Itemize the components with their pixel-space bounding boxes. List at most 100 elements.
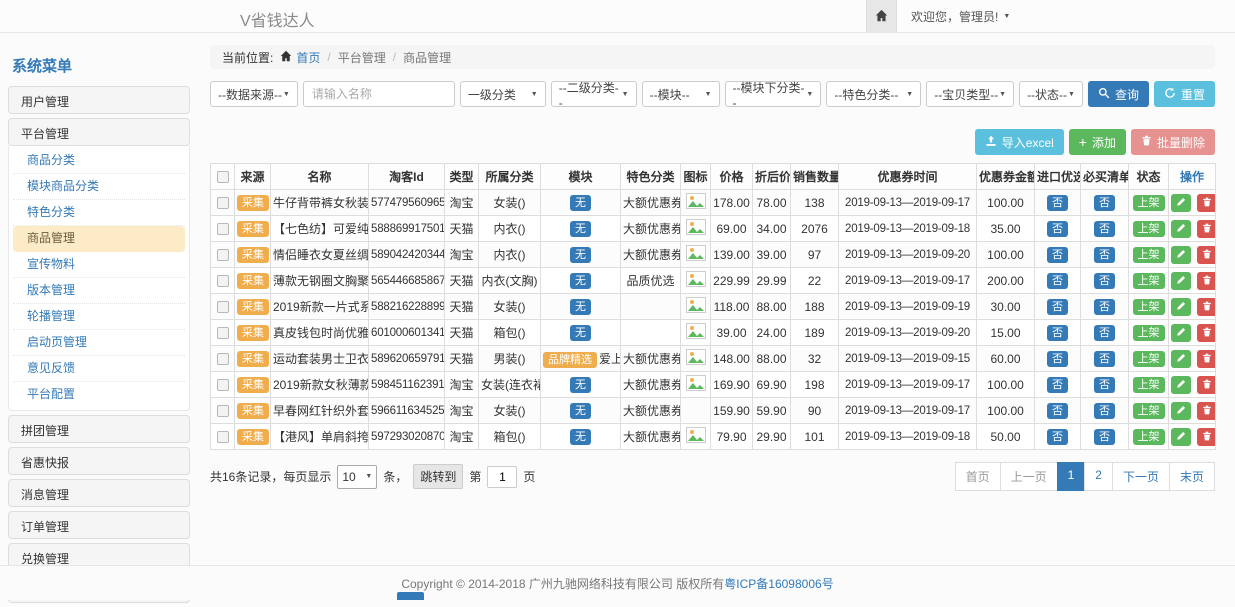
must-buy-toggle-badge[interactable]: 否 (1094, 273, 1115, 289)
filter-select-4[interactable]: --特色分类--▼ (826, 81, 921, 107)
sidebar-section-bottom-1[interactable]: 省惠快报 (8, 447, 190, 475)
must-buy-toggle-badge[interactable]: 否 (1094, 325, 1115, 341)
row-checkbox[interactable] (217, 353, 229, 365)
must-buy-toggle-badge[interactable]: 否 (1094, 377, 1115, 393)
filter-select-5[interactable]: --宝贝类型--▼ (926, 81, 1014, 107)
import-toggle-badge[interactable]: 否 (1047, 325, 1068, 341)
status-badge[interactable]: 上架 (1133, 325, 1165, 341)
sidebar-section-platform-mgmt[interactable]: 平台管理 (8, 118, 190, 146)
name-search-input[interactable] (303, 81, 455, 107)
delete-button[interactable] (1197, 428, 1215, 446)
sidebar-subitem-8[interactable]: 意见反馈 (13, 356, 185, 382)
filter-select-0[interactable]: 一级分类▼ (460, 81, 546, 107)
status-badge[interactable]: 上架 (1133, 377, 1165, 393)
status-badge[interactable]: 上架 (1133, 273, 1165, 289)
edit-button[interactable] (1171, 402, 1191, 420)
delete-button[interactable] (1197, 324, 1215, 342)
row-checkbox[interactable] (217, 249, 229, 261)
row-checkbox[interactable] (217, 327, 229, 339)
select-all-checkbox[interactable] (217, 171, 229, 183)
row-checkbox[interactable] (217, 405, 229, 417)
sidebar-subitem-5[interactable]: 版本管理 (13, 278, 185, 304)
delete-button[interactable] (1197, 298, 1215, 316)
jump-button[interactable]: 跳转到 (413, 464, 463, 489)
delete-button[interactable] (1197, 220, 1215, 238)
edit-button[interactable] (1171, 376, 1191, 394)
must-buy-toggle-badge[interactable]: 否 (1094, 429, 1115, 445)
edit-button[interactable] (1171, 298, 1191, 316)
add-button[interactable]: + 添加 (1069, 129, 1126, 155)
filter-select-2[interactable]: --模块--▼ (642, 81, 720, 107)
edit-button[interactable] (1171, 272, 1191, 290)
filter-select-data-source[interactable]: --数据来源-- ▼ (210, 81, 298, 107)
edit-button[interactable] (1171, 428, 1191, 446)
import-toggle-badge[interactable]: 否 (1047, 403, 1068, 419)
page-size-select[interactable]: 10 ▼ (337, 465, 377, 489)
must-buy-toggle-badge[interactable]: 否 (1094, 195, 1115, 211)
status-badge[interactable]: 上架 (1133, 247, 1165, 263)
sidebar-subitem-7[interactable]: 启动页管理 (13, 330, 185, 356)
home-button[interactable] (866, 0, 897, 33)
pager-button-1[interactable]: 上一页 (1000, 462, 1058, 491)
sidebar-section-bottom-3[interactable]: 订单管理 (8, 511, 190, 539)
pager-button-0[interactable]: 首页 (955, 462, 1001, 491)
user-menu[interactable]: 欢迎您，管理员! ▼ (911, 8, 1010, 25)
batch-delete-button[interactable]: 批量删除 (1131, 129, 1215, 155)
status-badge[interactable]: 上架 (1133, 351, 1165, 367)
status-badge[interactable]: 上架 (1133, 299, 1165, 315)
import-toggle-badge[interactable]: 否 (1047, 299, 1068, 315)
edit-button[interactable] (1171, 220, 1191, 238)
delete-button[interactable] (1197, 272, 1215, 290)
status-badge[interactable]: 上架 (1133, 429, 1165, 445)
filter-select-6[interactable]: --状态--▼ (1019, 81, 1083, 107)
must-buy-toggle-badge[interactable]: 否 (1094, 351, 1115, 367)
status-badge[interactable]: 上架 (1133, 221, 1165, 237)
delete-button[interactable] (1197, 350, 1215, 368)
delete-button[interactable] (1197, 246, 1215, 264)
pager-button-2[interactable]: 1 (1057, 462, 1086, 491)
import-toggle-badge[interactable]: 否 (1047, 247, 1068, 263)
must-buy-toggle-badge[interactable]: 否 (1094, 221, 1115, 237)
import-toggle-badge[interactable]: 否 (1047, 221, 1068, 237)
row-checkbox[interactable] (217, 223, 229, 235)
sidebar-subitem-2[interactable]: 特色分类 (13, 200, 185, 226)
sidebar-subitem-1[interactable]: 模块商品分类 (13, 174, 185, 200)
pager-button-5[interactable]: 末页 (1169, 462, 1215, 491)
search-button[interactable]: 查询 (1088, 81, 1149, 107)
sidebar-subitem-0[interactable]: 商品分类 (13, 148, 185, 174)
status-badge[interactable]: 上架 (1133, 195, 1165, 211)
delete-button[interactable] (1197, 194, 1215, 212)
sidebar-section-bottom-0[interactable]: 拼团管理 (8, 415, 190, 443)
edit-button[interactable] (1171, 194, 1191, 212)
filter-select-3[interactable]: --模块下分类--▼ (725, 81, 822, 107)
row-checkbox[interactable] (217, 379, 229, 391)
import-toggle-badge[interactable]: 否 (1047, 195, 1068, 211)
sidebar-subitem-6[interactable]: 轮播管理 (13, 304, 185, 330)
sidebar-section-bottom-2[interactable]: 消息管理 (8, 479, 190, 507)
must-buy-toggle-badge[interactable]: 否 (1094, 247, 1115, 263)
sidebar-subitem-9[interactable]: 平台配置 (13, 382, 185, 408)
sidebar-subitem-4[interactable]: 宣传物料 (13, 252, 185, 278)
import-toggle-badge[interactable]: 否 (1047, 429, 1068, 445)
import-excel-button[interactable]: 导入excel (975, 129, 1064, 155)
icp-link[interactable]: 粤ICP备16098006号 (724, 575, 833, 592)
must-buy-toggle-badge[interactable]: 否 (1094, 403, 1115, 419)
pager-button-4[interactable]: 下一页 (1112, 462, 1170, 491)
edit-button[interactable] (1171, 246, 1191, 264)
sidebar-section-user-mgmt[interactable]: 用户管理 (8, 86, 190, 114)
status-badge[interactable]: 上架 (1133, 403, 1165, 419)
delete-button[interactable] (1197, 402, 1215, 420)
jump-page-input[interactable] (487, 466, 517, 488)
sidebar-subitem-3[interactable]: 商品管理 (13, 226, 185, 252)
breadcrumb-item-platform[interactable]: 平台管理 (338, 49, 386, 66)
filter-select-1[interactable]: --二级分类--▼ (551, 81, 637, 107)
reset-button[interactable]: 重置 (1154, 81, 1215, 107)
import-toggle-badge[interactable]: 否 (1047, 377, 1068, 393)
breadcrumb-home-link[interactable]: 首页 (296, 49, 320, 66)
row-checkbox[interactable] (217, 431, 229, 443)
row-checkbox[interactable] (217, 275, 229, 287)
edit-button[interactable] (1171, 350, 1191, 368)
pager-button-3[interactable]: 2 (1084, 462, 1113, 491)
import-toggle-badge[interactable]: 否 (1047, 351, 1068, 367)
delete-button[interactable] (1197, 376, 1215, 394)
